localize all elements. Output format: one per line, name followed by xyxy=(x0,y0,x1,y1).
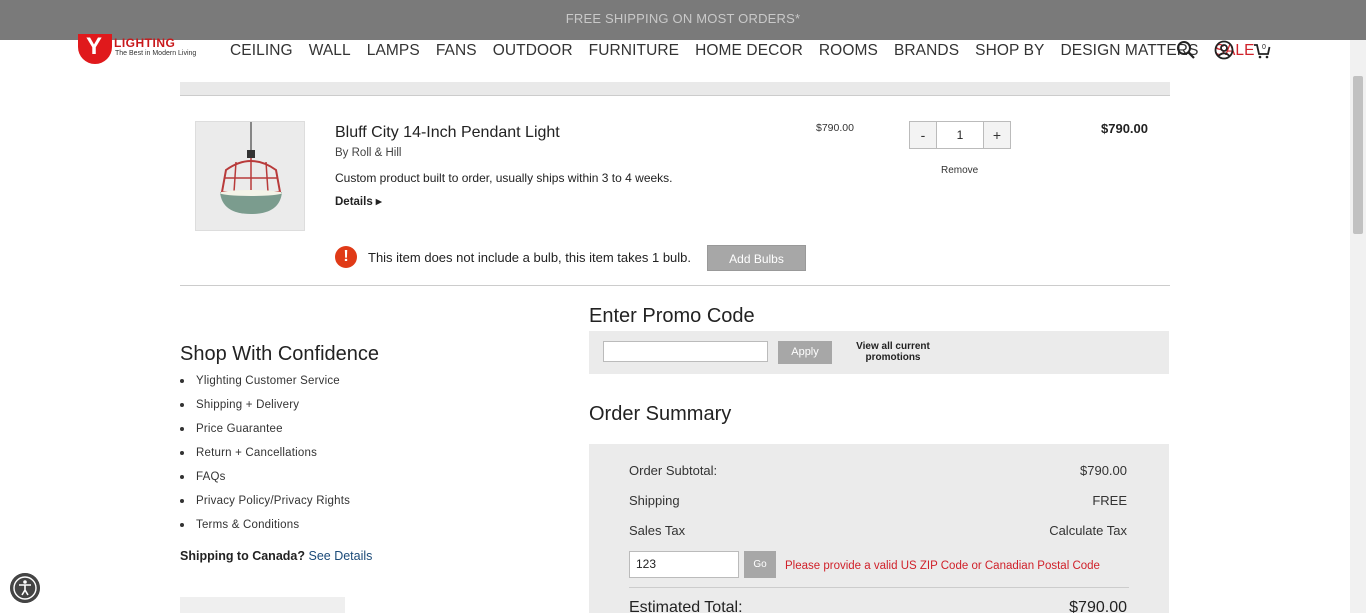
canada-details-link[interactable]: See Details xyxy=(308,549,372,563)
shipping-note: Custom product built to order, usually s… xyxy=(335,171,673,185)
nav-outdoor[interactable]: OUTDOOR xyxy=(493,42,573,60)
quantity-stepper: - 1 + xyxy=(909,121,1011,149)
header-icons: 0 xyxy=(1176,40,1272,60)
logo-wordmark: LIGHTING xyxy=(114,36,176,50)
order-summary-title: Order Summary xyxy=(589,403,732,425)
view-promotions-link[interactable]: View all current promotions xyxy=(848,341,938,363)
accessibility-icon[interactable] xyxy=(10,573,40,603)
summary-shipping-row: Shipping FREE xyxy=(629,493,1127,508)
nav-ceiling[interactable]: CEILING xyxy=(230,42,293,60)
nav-brands[interactable]: BRANDS xyxy=(894,42,959,60)
link-terms[interactable]: Terms & Conditions xyxy=(180,516,350,540)
product-image[interactable] xyxy=(195,121,305,231)
confidence-title: Shop With Confidence xyxy=(180,343,380,365)
promo-apply-button[interactable]: Apply xyxy=(778,341,832,364)
link-customer-service[interactable]: Ylighting Customer Service xyxy=(180,372,350,396)
promo-box: Apply View all current promotions xyxy=(589,331,1169,374)
qty-input[interactable]: 1 xyxy=(937,121,983,149)
link-faqs[interactable]: FAQs xyxy=(180,468,350,492)
summary-tax-row: Sales Tax Calculate Tax xyxy=(629,523,1127,538)
link-privacy[interactable]: Privacy Policy/Privacy Rights xyxy=(180,492,350,516)
logo[interactable]: Y LIGHTING The Best in Modern Living xyxy=(78,34,208,66)
promo-banner: FREE SHIPPING ON MOST ORDERS* xyxy=(0,0,1366,40)
qty-decrease-button[interactable]: - xyxy=(909,121,937,149)
nav-furniture[interactable]: FURNITURE xyxy=(589,42,679,60)
site-header: Y LIGHTING The Best in Modern Living CEI… xyxy=(0,34,1350,82)
zip-error-message: Please provide a valid US ZIP Code or Ca… xyxy=(785,560,1100,572)
summary-subtotal-row: Order Subtotal: $790.00 xyxy=(629,463,1127,478)
nav-rooms[interactable]: ROOMS xyxy=(819,42,878,60)
logo-tagline: The Best in Modern Living xyxy=(115,50,197,57)
bulb-warning-text: This item does not include a bulb, this … xyxy=(368,249,692,265)
promo-title: Enter Promo Code xyxy=(589,305,755,327)
product-brand: By Roll & Hill xyxy=(335,147,402,159)
remove-link[interactable]: Remove xyxy=(941,165,978,176)
scrollbar-thumb[interactable] xyxy=(1353,76,1363,234)
svg-text:0: 0 xyxy=(1262,44,1266,51)
summary-total-row: Estimated Total: $790.00 xyxy=(629,599,1127,613)
cart-table-header xyxy=(180,82,1170,96)
zip-code-input[interactable]: 123 xyxy=(629,551,739,578)
cart-icon[interactable]: 0 xyxy=(1252,40,1272,60)
unit-price: $790.00 xyxy=(816,122,854,134)
summary-subtotal-value: $790.00 xyxy=(1080,463,1127,478)
nav-lamps[interactable]: LAMPS xyxy=(367,42,420,60)
logo-mark: Y xyxy=(78,34,112,64)
link-shipping-delivery[interactable]: Shipping + Delivery xyxy=(180,396,350,420)
link-price-guarantee[interactable]: Price Guarantee xyxy=(180,420,350,444)
page-scrollbar[interactable] xyxy=(1350,40,1366,613)
link-returns[interactable]: Return + Cancellations xyxy=(180,444,350,468)
qty-increase-button[interactable]: + xyxy=(983,121,1011,149)
pendant-light-illustration xyxy=(220,122,282,214)
bulb-warning: ! This item does not include a bulb, thi… xyxy=(335,246,691,268)
alert-icon: ! xyxy=(335,246,357,268)
main-nav: CEILING WALL LAMPS FANS OUTDOOR FURNITUR… xyxy=(230,42,1271,60)
nav-wall[interactable]: WALL xyxy=(309,42,351,60)
calculate-tax-label: Calculate Tax xyxy=(1049,523,1127,538)
nav-shop-by[interactable]: SHOP BY xyxy=(975,42,1044,60)
footer-block xyxy=(180,597,345,613)
nav-fans[interactable]: FANS xyxy=(436,42,477,60)
add-bulbs-button[interactable]: Add Bulbs xyxy=(707,245,806,271)
product-title[interactable]: Bluff City 14-Inch Pendant Light xyxy=(335,124,560,142)
summary-divider xyxy=(629,587,1129,588)
line-subtotal: $790.00 xyxy=(1101,121,1148,136)
brand-link[interactable]: Roll & Hill xyxy=(352,147,402,159)
confidence-links: Ylighting Customer Service Shipping + De… xyxy=(180,372,350,540)
canada-shipping: Shipping to Canada? See Details xyxy=(180,549,373,563)
order-summary-box: Order Subtotal: $790.00 Shipping FREE Sale… xyxy=(589,444,1169,613)
zip-go-button[interactable]: Go xyxy=(744,551,776,578)
account-icon[interactable] xyxy=(1214,40,1234,60)
section-divider xyxy=(180,285,1170,286)
summary-shipping-value: FREE xyxy=(1092,493,1127,508)
nav-home-decor[interactable]: HOME DECOR xyxy=(695,42,803,60)
summary-total-value: $790.00 xyxy=(1069,599,1127,613)
details-toggle[interactable]: Details ▸ xyxy=(335,194,382,208)
promo-code-input[interactable] xyxy=(603,341,768,362)
search-icon[interactable] xyxy=(1176,40,1196,60)
